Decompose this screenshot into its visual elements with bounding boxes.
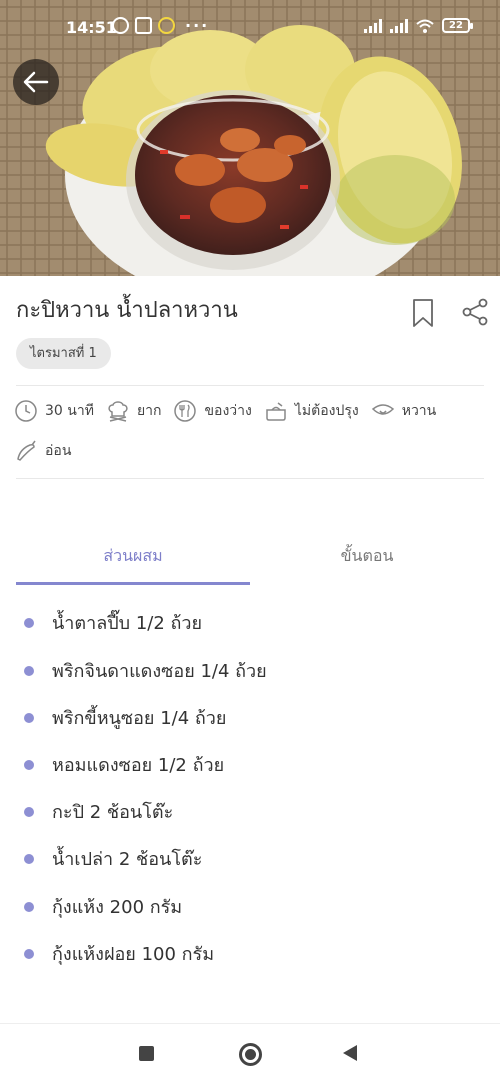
bullet-icon	[24, 759, 34, 770]
signal-icon	[364, 18, 382, 33]
share-icon	[462, 298, 488, 326]
ingredient-text: น้ำตาลปี๊บ 1/2 ถ้วย	[52, 613, 203, 634]
ingredient-text: กะปิ 2 ช้อนโต๊ะ	[52, 802, 174, 823]
ingredient-item: น้ำตาลปี๊บ 1/2 ถ้วย	[24, 608, 202, 637]
status-bar: 14:51 ··· 22	[0, 0, 500, 56]
ingredient-text: กุ้งแห้งฝอย 100 กรัม	[52, 944, 215, 965]
ingredient-text: น้ำเปล่า 2 ช้อนโต๊ะ	[52, 849, 203, 870]
system-back-button[interactable]	[343, 1045, 357, 1061]
bullet-icon	[24, 806, 34, 817]
bullet-icon	[24, 853, 34, 864]
info-cooking-label: ไม่ต้องปรุง	[294, 403, 359, 419]
system-nav-bar	[0, 1023, 500, 1083]
ingredient-item: น้ำเปล่า 2 ช้อนโต๊ะ	[24, 844, 202, 873]
chili-icon	[17, 440, 36, 461]
whatsapp-icon	[112, 17, 129, 34]
bullet-icon	[24, 712, 34, 723]
info-time-label: 30 นาที	[45, 403, 94, 419]
tab-ingredients[interactable]: ส่วนผสม	[16, 544, 250, 569]
chef-hat-icon	[108, 401, 128, 422]
divider	[16, 385, 484, 386]
wifi-icon	[416, 19, 434, 33]
home-button[interactable]	[239, 1043, 262, 1066]
ingredient-item: หอมแดงซอย 1/2 ถ้วย	[24, 750, 224, 779]
recipe-title: กะปิหวาน น้ำปลาหวาน	[16, 298, 238, 323]
battery-icon: 22	[442, 18, 473, 33]
ingredient-text: พริกจินดาแดงซอย 1/4 ถ้วย	[52, 661, 267, 682]
ingredient-text: พริกขี้หนูซอย 1/4 ถ้วย	[52, 708, 227, 729]
ingredient-text: หอมแดงซอย 1/2 ถ้วย	[52, 755, 225, 776]
taste-icon	[371, 404, 394, 415]
info-category: ของว่าง	[173, 399, 252, 423]
back-button[interactable]	[13, 59, 59, 105]
arrow-left-icon	[23, 71, 49, 93]
bullet-icon	[24, 665, 34, 676]
ingredient-item: พริกขี้หนูซอย 1/4 ถ้วย	[24, 703, 226, 732]
ingredient-item: กุ้งแห้ง 200 กรัม	[24, 892, 182, 921]
info-spice: อ่อน	[14, 439, 71, 463]
bookmark-icon	[413, 299, 433, 327]
info-difficulty: ยาก	[106, 399, 162, 423]
clock-icon	[15, 400, 37, 422]
status-system-icons: 22	[364, 18, 473, 33]
info-cooking: ไม่ต้องปรุง	[264, 399, 359, 423]
info-taste: หวาน	[371, 399, 437, 423]
recents-button[interactable]	[139, 1046, 154, 1061]
ingredient-item: พริกจินดาแดงซอย 1/4 ถ้วย	[24, 656, 267, 685]
info-time: 30 นาที	[14, 399, 94, 423]
bookmark-button[interactable]	[412, 298, 434, 332]
recipe-info-row-2: อ่อน	[14, 439, 83, 463]
ingredient-item: กุ้งแห้งฝอย 100 กรัม	[24, 939, 214, 968]
divider	[16, 478, 484, 479]
signal-2-icon	[390, 18, 408, 33]
trimester-tag[interactable]: ไตรมาสที่ 1	[16, 338, 111, 369]
tab-steps[interactable]: ขั้นตอน	[250, 544, 484, 569]
app-badge-icon	[158, 17, 175, 34]
bullet-icon	[24, 901, 34, 912]
tab-indicator	[16, 582, 250, 585]
share-button[interactable]	[462, 298, 490, 330]
bullet-icon	[24, 948, 34, 959]
pot-icon	[266, 402, 286, 421]
info-taste-label: หวาน	[401, 403, 437, 419]
info-category-label: ของว่าง	[204, 403, 252, 419]
ingredient-text: กุ้งแห้ง 200 กรัม	[52, 897, 183, 918]
status-notification-icons: ···	[112, 16, 209, 35]
more-notifications-icon: ···	[185, 16, 210, 35]
bullet-icon	[24, 617, 34, 628]
recipe-hero-image: 14:51 ··· 22	[0, 0, 500, 276]
app-notification-icon	[135, 17, 152, 34]
recipe-info-row: 30 นาที ยาก ของว่าง ไม่ต้องปรุง หวาน	[14, 399, 448, 423]
cutlery-icon	[174, 400, 197, 422]
ingredient-item: กะปิ 2 ช้อนโต๊ะ	[24, 797, 173, 826]
info-difficulty-label: ยาก	[136, 403, 162, 419]
info-spice-label: อ่อน	[45, 443, 72, 459]
status-time: 14:51	[66, 18, 117, 37]
